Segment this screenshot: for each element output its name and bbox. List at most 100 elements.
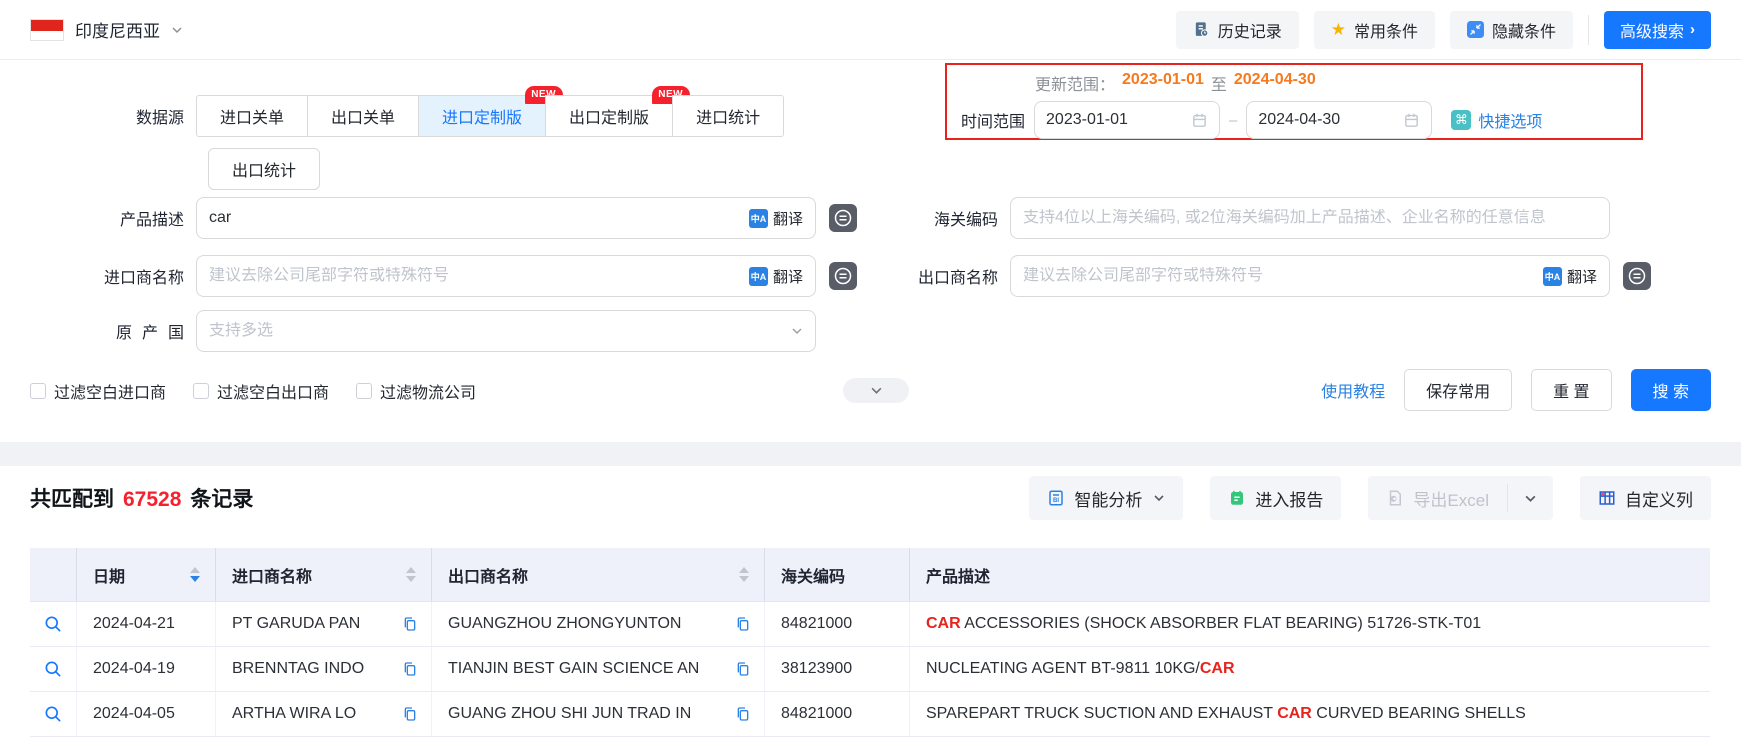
date-range-separator: – [1229,111,1238,129]
start-date-input[interactable]: 2023-01-01 [1034,101,1221,139]
reset-button[interactable]: 重 置 [1531,369,1612,411]
translate-label: 翻译 [1566,268,1597,286]
filter-blank-exporter[interactable]: 过滤空白出口商 [193,379,329,403]
enter-report-button[interactable]: 进入报告 [1210,476,1342,520]
custom-columns-label: 自定义列 [1625,490,1693,510]
hide-conditions-button[interactable]: 隐藏条件 [1449,10,1573,49]
save-common-button[interactable]: 保存常用 [1404,369,1513,411]
table-row[interactable]: 2024-04-19 BRENNTAG INDO TIANJIN BEST GA… [30,647,1710,692]
exact-match-toggle[interactable] [829,262,857,290]
copy-icon[interactable] [402,616,418,632]
advanced-search-button[interactable]: 高级搜索 › [1603,10,1711,49]
copy-icon[interactable] [735,616,751,632]
checkbox-label: 过滤空白出口商 [217,385,330,402]
translate-label: 翻译 [772,210,803,228]
filter-blank-importer[interactable]: 过滤空白进口商 [30,379,166,403]
results-summary: 共匹配到 67528 条记录 [30,483,253,513]
custom-columns-button[interactable]: 自定义列 [1580,476,1711,520]
exporter-cell: GUANG ZHOU SHI JUN TRAD IN [432,692,765,736]
view-detail-icon[interactable] [43,659,63,679]
top-bar: 印度尼西亚 历史记录 ★ 常用条件 隐藏条件 高级搜索 › [0,0,1741,60]
enter-report-label: 进入报告 [1255,490,1324,510]
tab-export-custom[interactable]: 出口定制版 NEW [545,86,691,137]
origin-select[interactable] [196,310,816,352]
favorites-button[interactable]: ★ 常用条件 [1313,10,1435,49]
history-button[interactable]: 历史记录 [1175,10,1299,49]
summary-prefix: 共匹配到 [30,488,114,511]
app-screen: 印度尼西亚 历史记录 ★ 常用条件 隐藏条件 高级搜索 › 数据源 进口关单 出… [0,0,1741,737]
search-button[interactable]: 搜 索 [1630,369,1711,411]
origin-input[interactable] [209,322,791,340]
date-cell: 2024-04-05 [77,692,216,736]
swap-circle-icon [1628,267,1646,285]
hide-conditions-label: 隐藏条件 [1491,23,1556,41]
sort-exporter[interactable] [739,567,749,582]
sort-importer[interactable] [406,567,416,582]
copy-icon[interactable] [735,661,751,677]
exporter-input[interactable] [1023,267,1543,285]
smart-analysis-button[interactable]: BI 智能分析 [1029,476,1184,520]
country-selector[interactable]: 印度尼西亚 [30,17,183,42]
exact-match-toggle[interactable] [1623,262,1651,290]
exporter-row: 出口商名称 中A 翻译 [880,255,1651,297]
copy-icon[interactable] [735,706,751,722]
exporter-cell: TIANJIN BEST GAIN SCIENCE AN [432,647,765,691]
export-options-button[interactable] [1508,476,1553,520]
collapse-form-button[interactable] [843,378,909,403]
favorites-label: 常用条件 [1353,23,1418,41]
tab-export-stats[interactable]: 出口统计 [208,148,321,190]
checkbox-label: 过滤物流公司 [380,385,477,402]
view-detail-icon[interactable] [43,704,63,724]
product-desc-cell: CAR ACCESSORIES (SHOCK ABSORBER FLAT BEA… [926,615,1482,632]
end-date-input[interactable]: 2024-04-30 [1246,101,1433,139]
translate-label: 翻译 [772,268,803,286]
export-excel-button[interactable]: 导出Excel [1368,476,1507,520]
hs-code-label: 海关编码 [933,212,998,229]
checkbox[interactable] [356,383,373,399]
tab-import-declaration[interactable]: 进口关单 [196,95,309,137]
view-detail-icon[interactable] [43,614,63,634]
header-label: 日期 [93,568,126,586]
checkbox[interactable] [193,383,210,399]
translate-button[interactable]: 中A 翻译 [1542,266,1597,287]
tab-label: 进口统计 [696,110,761,127]
translate-button[interactable]: 中A 翻译 [748,266,803,287]
checkbox[interactable] [30,383,46,399]
quick-options-link[interactable]: ⌘ 快捷选项 [1451,108,1542,132]
origin-row: 原产国 [30,310,816,352]
tutorial-link[interactable]: 使用教程 [1321,378,1385,402]
command-icon: ⌘ [1451,110,1472,130]
translate-icon: 中A [748,208,768,228]
importer-field: 中A 翻译 [196,255,816,297]
sort-desc-icon [739,576,749,582]
exporter-name: GUANGZHOU ZHONGYUNTON [448,615,682,632]
table-row[interactable]: 2024-04-21 PT GARUDA PAN GUANGZHOU ZHONG… [30,602,1710,647]
date-cell: 2024-04-21 [77,602,216,646]
filter-logistics-company[interactable]: 过滤物流公司 [356,379,476,403]
tab-label: 出口关单 [331,110,396,127]
copy-icon[interactable] [402,706,418,722]
tab-export-declaration[interactable]: 出口关单 [307,95,420,137]
hs-code-input[interactable] [1023,209,1597,227]
tab-import-custom[interactable]: 进口定制版 NEW [418,86,564,137]
results-section: 共匹配到 67528 条记录 BI 智能分析 进入报告 导出Excel 自定义列… [0,466,1741,737]
star-icon: ★ [1330,20,1346,39]
time-range-row: 时间范围 2023-01-01 – 2024-04-30 ⌘ 快捷选项 [961,101,1542,139]
table-row[interactable]: 2024-04-05 ARTHA WIRA LO GUANG ZHOU SHI … [30,692,1710,737]
time-range-highlight-box: 更新范围： 2023-01-01 至 2024-04-30 时间范围 2023-… [945,63,1643,140]
summary-suffix: 条记录 [190,488,254,511]
exporter-name: GUANG ZHOU SHI JUN TRAD IN [448,705,692,722]
swap-circle-icon [834,209,852,227]
importer-name: ARTHA WIRA LO [232,705,357,722]
row-detail-cell [30,602,77,646]
copy-icon[interactable] [402,661,418,677]
header-label: 产品描述 [926,568,991,586]
tab-import-stats[interactable]: 进口统计 [672,95,785,137]
report-icon [1231,490,1244,505]
product-desc-input[interactable] [209,209,749,227]
sort-date[interactable] [190,567,200,582]
exact-match-toggle[interactable] [829,204,857,232]
importer-input[interactable] [209,267,749,285]
translate-button[interactable]: 中A 翻译 [748,208,803,229]
history-label: 历史记录 [1217,23,1282,41]
